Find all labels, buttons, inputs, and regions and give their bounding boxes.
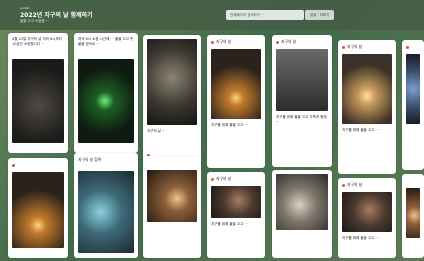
post-tag [12, 162, 64, 167]
post-caption: 지구의 날 ··· [147, 129, 166, 133]
author-avatar [342, 183, 345, 187]
post-tag: 지구의 날 참여 [78, 157, 102, 162]
share-button[interactable]: 공유 · 더보기 [305, 10, 335, 20]
post-photo [276, 174, 328, 230]
post-photo [78, 171, 134, 253]
post-caption: 지구를 위해 불을 끄고 ··· [211, 222, 248, 226]
post-tag-text: 지구의 날 [281, 39, 297, 44]
post-photo [406, 188, 420, 238]
post-card[interactable]: 지구의 날 지구를 위해 불을 끄고 ··· [338, 178, 396, 258]
post-card[interactable] [402, 40, 424, 170]
post-caption: 4월 22일 지구의 날 저녁 8시부터 10분간 소등합니다 ··· [12, 37, 62, 46]
post-photo [342, 54, 392, 124]
search-input[interactable]: 전체페이지 검색하기 ··· [226, 10, 304, 20]
post-tag: 지구의 날 [342, 44, 392, 50]
author-avatar [211, 40, 214, 44]
post-photo [147, 39, 197, 125]
board-header: padlet ··· 2022년 지구의 날 함께하기 불을 끄고 소등을 ··… [0, 0, 424, 30]
post-card[interactable]: 지구의 날 ··· [143, 35, 201, 163]
post-photo [406, 54, 420, 124]
post-tag-text: 지구의 날 [347, 44, 363, 49]
post-tag: 지구의 날 [342, 182, 392, 188]
author-avatar [406, 45, 409, 49]
padlet-board: padlet ··· 2022년 지구의 날 함께하기 불을 끄고 소등을 ··… [0, 0, 424, 261]
post-caption: 지구를 위해 불을 끄고 ··· [211, 123, 248, 127]
post-card[interactable] [143, 156, 201, 258]
author-avatar [342, 45, 345, 49]
post-tag [406, 44, 420, 49]
post-tag: 지구의 날 [276, 39, 328, 45]
post-card[interactable]: 지구의 날 지구를 위해 불을 끄고 ··· [207, 35, 265, 168]
post-photo [12, 172, 64, 248]
post-photo [12, 59, 64, 143]
post-tag-text: 지구의 날 [347, 182, 363, 187]
post-card[interactable] [8, 158, 68, 258]
post-card[interactable]: 지구의 날 지구를 위해 불을 끄고 ··· [207, 172, 265, 258]
post-card[interactable]: 지구의 날 참여 [74, 153, 138, 258]
post-photo [211, 186, 261, 218]
post-card[interactable]: 4월 22일 지구의 날 저녁 8시부터 10분간 소등합니다 ··· [8, 33, 68, 153]
author-avatar [211, 177, 214, 181]
board-title: 2022년 지구의 날 함께하기 [20, 12, 93, 19]
post-card[interactable] [402, 174, 424, 258]
post-photo [211, 49, 261, 119]
post-tag-text: 지구의 날 [216, 39, 232, 44]
post-card[interactable]: 저녁 8시 소등 시간에 ··· 불을 끄고 촛불을 켰어요 ··· [74, 33, 138, 153]
post-card[interactable]: 지구의 날 지구를 위해 불을 끄고 가족과 함께 ··· [272, 35, 332, 167]
post-card[interactable] [272, 170, 332, 258]
post-caption: 지구를 위해 불을 끄고 가족과 함께 ··· [276, 115, 327, 124]
post-tag-text: 지구의 날 [216, 176, 232, 181]
post-tag: 지구의 날 [211, 176, 261, 182]
post-photo [147, 170, 197, 222]
post-caption: 지구를 위해 불을 끄고 ··· [342, 128, 379, 132]
board-subtitle: 불을 끄고 소등을 ··· [20, 19, 50, 23]
post-photo [342, 192, 392, 232]
post-photo [78, 59, 134, 143]
author-avatar [12, 163, 15, 167]
author-avatar [276, 40, 279, 44]
post-caption: 지구를 위해 불을 끄고 ··· [342, 236, 379, 240]
post-card[interactable]: 지구의 날 지구를 위해 불을 끄고 ··· [338, 40, 396, 174]
post-caption: 저녁 8시 소등 시간에 ··· 불을 끄고 촛불을 켰어요 ··· [78, 37, 134, 46]
post-tag: 지구의 날 [211, 39, 261, 45]
post-photo [276, 49, 328, 111]
